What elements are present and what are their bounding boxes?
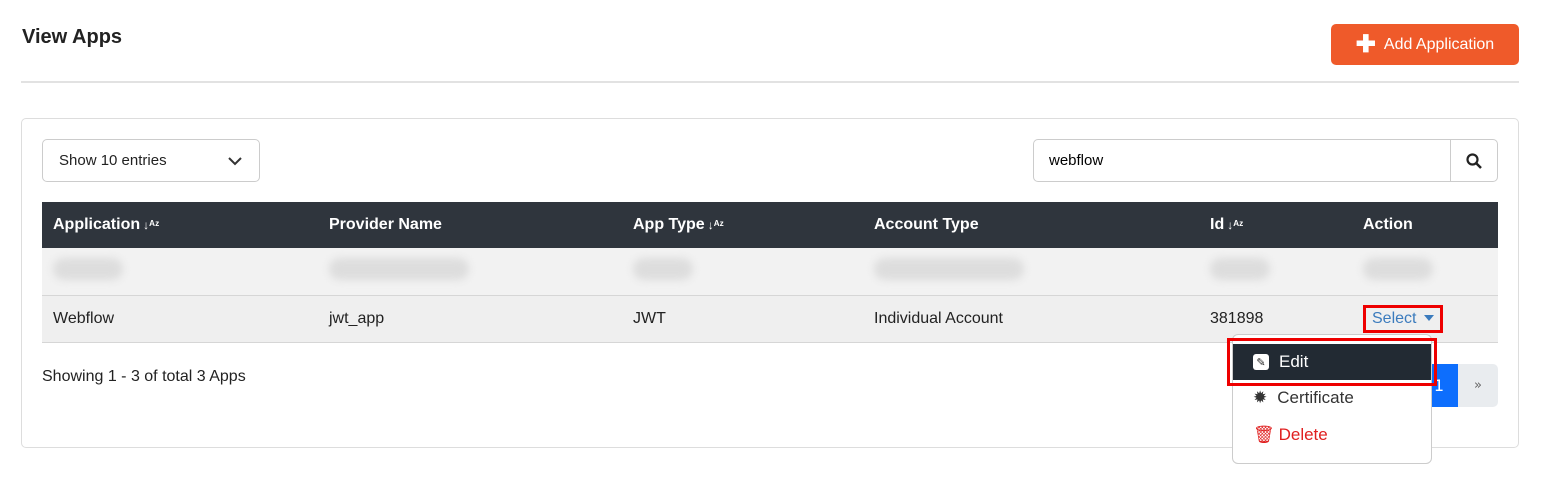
apps-table: Application ↓ᴬᶻ Provider Name App Type ↓ᴬᶻ… — [42, 202, 1498, 343]
search-button[interactable] — [1450, 139, 1498, 182]
cell-application: Webflow — [42, 295, 318, 343]
cell-account: Individual Account — [863, 295, 1199, 343]
trash-icon: 🗑 — [1253, 425, 1275, 444]
table-row-blurred — [42, 248, 1498, 296]
cell-provider: jwt_app — [318, 295, 622, 343]
sort-icon: ↓ᴬᶻ — [143, 218, 160, 232]
page-title: View Apps — [22, 26, 123, 48]
edit-icon: ✎ — [1253, 354, 1269, 370]
divider — [21, 81, 1519, 83]
select-action-dropdown[interactable]: Select — [1363, 304, 1444, 333]
certificate-icon: ✹ — [1253, 388, 1268, 407]
col-account-type: Account Type — [863, 202, 1199, 248]
sort-icon: ↓ᴬᶻ — [707, 218, 724, 232]
search-icon — [1466, 152, 1482, 169]
add-label: Add Application — [1383, 35, 1495, 53]
menu-item-delete[interactable]: 🗑 Delete — [1233, 417, 1431, 453]
menu-item-certificate[interactable]: ✹ Certificate — [1233, 380, 1431, 416]
col-application[interactable]: Application ↓ᴬᶻ — [42, 202, 318, 248]
menu-item-edit[interactable]: ✎ Edit — [1227, 338, 1437, 386]
col-action: Action — [1352, 202, 1498, 248]
entries-label: Show 10 entries — [59, 152, 167, 169]
col-provider: Provider Name — [318, 202, 622, 248]
col-app-type[interactable]: App Type ↓ᴬᶻ — [622, 202, 863, 248]
next-page-button[interactable]: » — [1458, 364, 1498, 407]
add-application-button[interactable]: ✚ Add Application — [1331, 24, 1519, 65]
chevron-down-icon — [228, 156, 242, 165]
action-menu: ✎ Edit ✹ Certificate 🗑 Delete — [1227, 334, 1437, 464]
caret-down-icon — [1424, 315, 1435, 322]
search-input[interactable] — [1033, 139, 1451, 182]
sort-icon: ↓ᴬᶻ — [1227, 218, 1244, 232]
entries-select[interactable]: Show 10 entries — [42, 139, 260, 182]
plus-icon: ✚ — [1355, 30, 1376, 58]
table-info: Showing 1 - 3 of total 3 Apps — [42, 368, 246, 385]
col-id[interactable]: Id ↓ᴬᶻ — [1199, 202, 1352, 248]
cell-type: JWT — [622, 295, 863, 343]
